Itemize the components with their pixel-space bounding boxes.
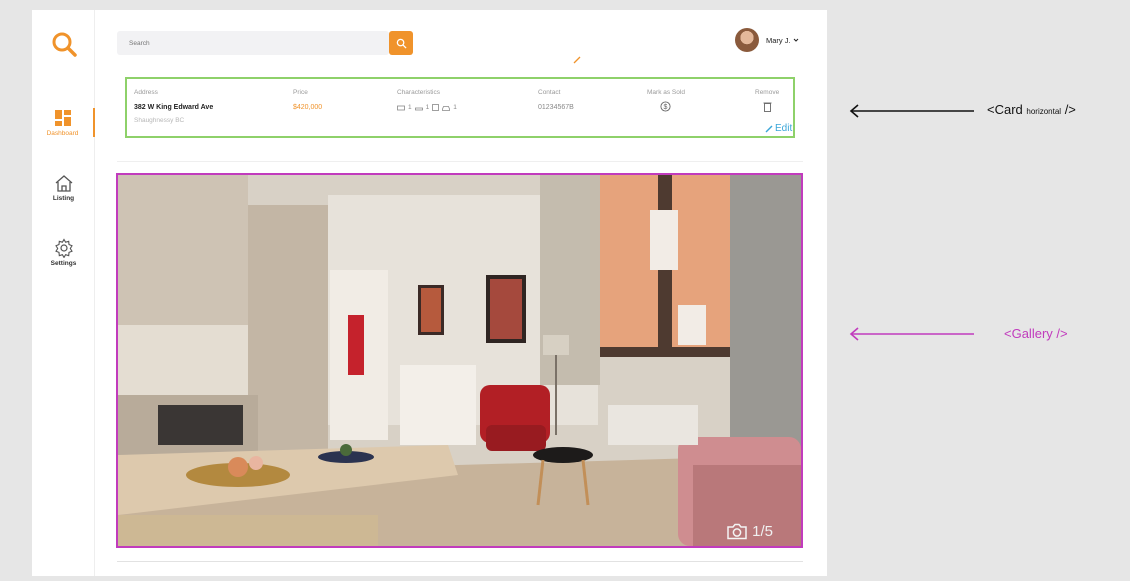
characteristics-header: Characteristics [397, 89, 440, 96]
gallery-photo [118, 175, 801, 546]
area-icon [432, 104, 440, 111]
characteristics-values: 1 1 1 [397, 104, 457, 111]
chevron-down-icon [793, 38, 798, 42]
arrow-left-icon [849, 104, 974, 118]
sidebar-item-settings[interactable]: Settings [32, 238, 95, 267]
contact-column: Contact 01234567B [538, 89, 574, 111]
contact-header: Contact [538, 89, 561, 96]
card-annotation-main: <Card [987, 102, 1027, 117]
beds-count: 1 [408, 104, 412, 111]
user-name: Mary J. [766, 35, 791, 45]
bed-icon [397, 105, 405, 110]
edit-label: Edit [775, 123, 793, 134]
gallery-annotation: <Gallery /> [1004, 326, 1068, 341]
divider [117, 561, 803, 562]
dashboard-icon [54, 110, 71, 126]
app-frame: Dashboard Listing Settings Search Mary J… [32, 10, 827, 576]
address-column: Address 382 W King Edward Ave Shaughness… [134, 89, 213, 124]
home-icon [55, 175, 72, 192]
search-box [117, 31, 389, 55]
address-header: Address [134, 89, 158, 96]
search-input[interactable] [117, 31, 389, 55]
mark-sold-column: Mark as Sold $ [647, 89, 685, 117]
avatar [735, 28, 759, 52]
mark-sold-dollar-icon[interactable]: $ [660, 101, 672, 112]
edit-link[interactable]: Edit [765, 123, 792, 134]
gallery-counter: 1/5 [726, 523, 773, 540]
parking-icon [442, 105, 451, 111]
sidebar-item-label: Settings [50, 260, 77, 267]
sidebar-item-listing[interactable]: Listing [32, 173, 95, 202]
address-line: 382 W King Edward Ave [134, 104, 214, 111]
gallery-counter-text: 1/5 [752, 523, 773, 540]
baths-count: 1 [425, 104, 430, 111]
contact-value: 01234567B [538, 104, 574, 111]
sidebar: Dashboard Listing Settings [32, 10, 95, 576]
parking-count: 1 [453, 104, 457, 111]
remove-header: Remove [755, 89, 780, 96]
pencil-icon [765, 125, 773, 132]
card-annotation: <Card horizontal /> [987, 102, 1076, 117]
search-button[interactable] [389, 31, 413, 55]
remove-column: Remove [755, 89, 779, 117]
bath-icon [414, 107, 423, 110]
gallery[interactable]: 1/5 [116, 173, 803, 548]
card-annotation-small: horizontal [1026, 107, 1062, 116]
sidebar-item-dashboard[interactable]: Dashboard [32, 108, 95, 137]
listing-card[interactable]: Address 382 W King Edward Ave Shaughness… [125, 77, 795, 138]
sidebar-item-label: Listing [52, 195, 75, 202]
pencil-mark-icon [573, 56, 581, 64]
price-header: Price [293, 89, 308, 96]
arrow-left-icon [849, 327, 974, 341]
characteristics-column: Characteristics 1 1 1 [397, 89, 457, 111]
card-annotation-end: /> [1061, 102, 1076, 117]
gear-icon [54, 238, 73, 258]
trash-icon[interactable] [763, 101, 772, 112]
search-icon [396, 38, 407, 49]
logo-search-icon[interactable] [50, 30, 78, 58]
address-sub: Shaughnessy BC [134, 117, 185, 124]
user-menu[interactable]: Mary J. [735, 27, 799, 53]
mark-sold-header: Mark as Sold [647, 89, 685, 96]
price-column: Price $420,000 [293, 89, 322, 111]
divider [117, 161, 803, 162]
svg-text:$: $ [664, 104, 668, 111]
camera-icon [727, 523, 747, 540]
price-value: $420,000 [293, 104, 323, 111]
sidebar-item-label: Dashboard [46, 130, 79, 137]
